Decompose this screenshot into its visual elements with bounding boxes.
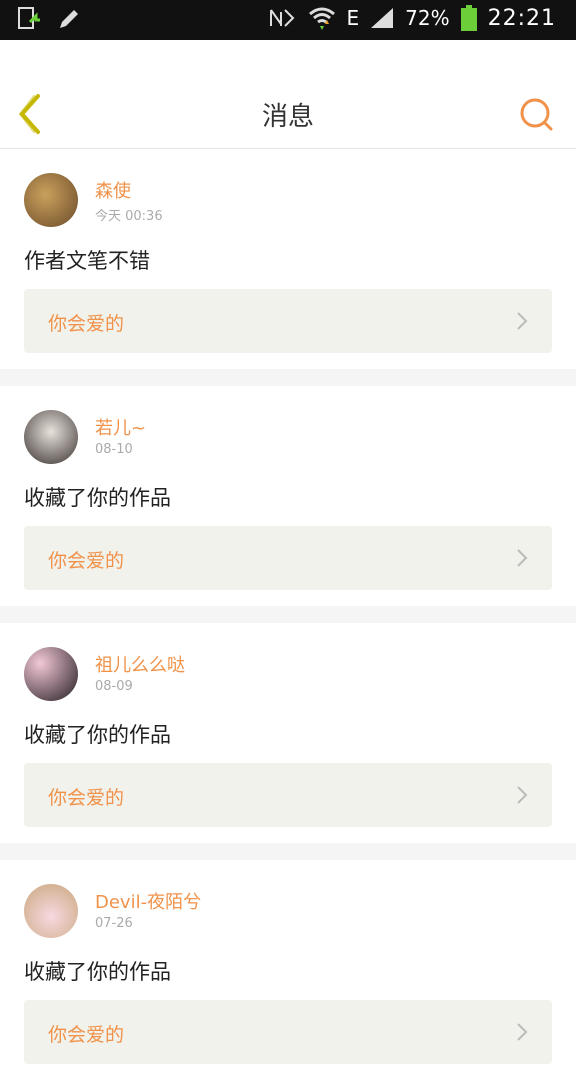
message-card: 森使 今天 00:36 作者文笔不错 你会爱的 [0, 149, 576, 369]
timestamp: 今天 00:36 [95, 209, 163, 224]
chevron-right-icon [517, 1023, 528, 1041]
network-type: E [346, 6, 360, 30]
chevron-right-icon [517, 312, 528, 330]
message-list: 森使 今天 00:36 作者文笔不错 你会爱的 若儿~ 08-10 收藏了你的作… [0, 149, 576, 1080]
divider [0, 369, 576, 386]
divider [0, 606, 576, 623]
clock: 22:21 [487, 5, 556, 31]
avatar[interactable] [24, 173, 78, 227]
recommend-label: 你会爱的 [48, 787, 125, 809]
timestamp: 08-10 [95, 442, 133, 457]
timestamp: 07-26 [95, 916, 133, 931]
message-text: 收藏了你的作品 [24, 486, 171, 510]
message-card: 若儿~ 08-10 收藏了你的作品 你会爱的 [0, 386, 576, 606]
screenshot-icon [18, 7, 40, 29]
recommend-button[interactable]: 你会爱的 [24, 763, 552, 827]
message-text: 作者文笔不错 [24, 249, 150, 273]
message-card: 祖儿么么哒 08-09 收藏了你的作品 你会爱的 [0, 623, 576, 843]
message-text: 收藏了你的作品 [24, 960, 171, 984]
status-bar: E 72% 22:21 [0, 0, 576, 40]
signal-icon [371, 8, 394, 28]
chevron-right-icon [517, 786, 528, 804]
status-right-icons: E 72% 22:21 [267, 4, 557, 32]
status-left-icons [16, 6, 82, 32]
user-name[interactable]: 森使 [95, 177, 131, 203]
page-title: 消息 [261, 102, 314, 132]
battery-percent: 72% [405, 6, 450, 30]
recommend-button[interactable]: 你会爱的 [24, 526, 552, 590]
user-name[interactable]: 祖儿么么哒 [95, 651, 185, 677]
recommend-label: 你会爱的 [48, 1024, 125, 1046]
message-card: Devil-夜陌兮 07-26 收藏了你的作品 你会爱的 [0, 860, 576, 1080]
battery-icon [460, 5, 477, 31]
timestamp: 08-09 [95, 679, 133, 694]
message-text: 收藏了你的作品 [24, 723, 171, 747]
header: 消息 [0, 40, 576, 149]
wifi-icon [308, 7, 335, 30]
recommend-button[interactable]: 你会爱的 [24, 1000, 552, 1064]
divider [0, 843, 576, 860]
recommend-label: 你会爱的 [48, 550, 125, 572]
recommend-button[interactable]: 你会爱的 [24, 289, 552, 353]
avatar[interactable] [24, 884, 78, 938]
user-name[interactable]: Devil-夜陌兮 [95, 888, 201, 914]
search-icon[interactable] [518, 96, 554, 132]
edit-pencil-icon [60, 10, 78, 28]
chevron-right-icon [517, 549, 528, 567]
user-name[interactable]: 若儿~ [95, 414, 146, 440]
nfc-icon [269, 9, 294, 27]
recommend-label: 你会爱的 [48, 313, 125, 335]
avatar[interactable] [24, 410, 78, 464]
avatar[interactable] [24, 647, 78, 701]
